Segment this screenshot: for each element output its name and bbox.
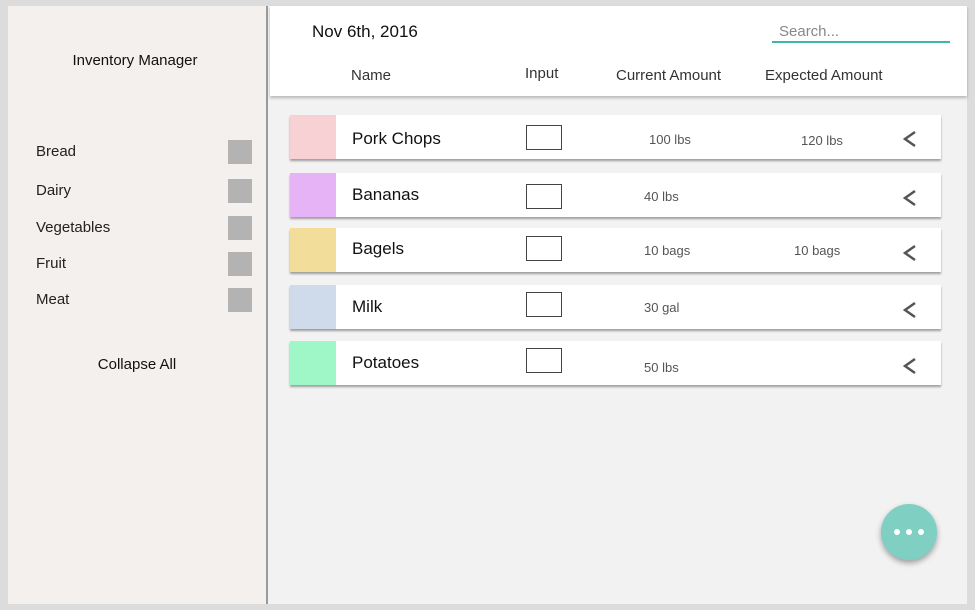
chevron-left-icon[interactable]	[896, 352, 924, 380]
category-toggle[interactable]	[228, 216, 252, 240]
table-row: Bananas 40 lbs	[290, 173, 941, 217]
column-header-input: Input	[525, 65, 559, 82]
category-color-swatch	[290, 341, 336, 385]
amount-input[interactable]	[526, 125, 562, 150]
more-horizontal-icon	[918, 529, 924, 535]
sidebar-item-label: Meat	[36, 291, 70, 308]
table-row: Potatoes 50 lbs	[290, 341, 941, 385]
sidebar-item-bread[interactable]: Bread	[36, 140, 254, 164]
sidebar-item-meat[interactable]: Meat	[36, 288, 254, 312]
sidebar-item-label: Dairy	[36, 182, 72, 199]
item-name: Potatoes	[352, 353, 420, 372]
app-title: Inventory Manager	[72, 52, 198, 69]
category-toggle[interactable]	[228, 179, 252, 203]
chevron-left-icon[interactable]	[896, 239, 924, 267]
current-amount: 10 bags	[644, 243, 691, 258]
sidebar-item-label: Fruit	[36, 255, 66, 272]
sidebar-item-dairy[interactable]: Dairy	[36, 179, 254, 203]
more-horizontal-icon	[906, 529, 912, 535]
column-header-current-amount: Current Amount	[616, 67, 722, 84]
sidebar-item-label: Vegetables	[36, 219, 111, 236]
more-actions-button[interactable]	[881, 504, 937, 560]
category-toggle[interactable]	[228, 288, 252, 312]
chevron-left-icon[interactable]	[896, 296, 924, 324]
amount-input[interactable]	[526, 292, 562, 317]
column-header-expected-amount: Expected Amount	[765, 67, 883, 84]
more-horizontal-icon	[894, 529, 900, 535]
item-name: Bagels	[352, 239, 404, 258]
current-amount: 50 lbs	[644, 360, 679, 375]
category-color-swatch	[290, 173, 336, 217]
sidebar-item-vegetables[interactable]: Vegetables	[36, 216, 254, 240]
amount-input[interactable]	[526, 184, 562, 209]
sidebar-item-fruit[interactable]: Fruit	[36, 252, 254, 276]
header: Nov 6th, 2016 Name Input Current Amount …	[270, 6, 967, 96]
table-row: Pork Chops 100 lbs 120 lbs	[290, 115, 941, 159]
search-input[interactable]	[772, 21, 950, 43]
item-name: Bananas	[352, 185, 420, 204]
app-frame: Inventory Manager Bread Dairy Vegetables…	[8, 6, 967, 604]
category-toggle[interactable]	[228, 252, 252, 276]
amount-input[interactable]	[526, 348, 562, 373]
current-amount: 30 gal	[644, 300, 680, 315]
item-name: Milk	[352, 297, 383, 316]
collapse-all-button[interactable]: Collapse All	[8, 356, 266, 373]
category-toggle[interactable]	[228, 140, 252, 164]
sidebar: Inventory Manager Bread Dairy Vegetables…	[8, 6, 268, 604]
amount-input[interactable]	[526, 236, 562, 261]
category-color-swatch	[290, 115, 336, 159]
expected-amount: 120 lbs	[801, 133, 843, 148]
column-header-name: Name	[351, 67, 392, 84]
item-name: Pork Chops	[352, 129, 441, 148]
expected-amount: 10 bags	[794, 243, 841, 258]
current-amount: 40 lbs	[644, 189, 679, 204]
category-color-swatch	[290, 285, 336, 329]
table-row: Bagels 10 bags 10 bags	[290, 228, 941, 272]
category-color-swatch	[290, 228, 336, 272]
chevron-left-icon[interactable]	[896, 184, 924, 212]
table-row: Milk 30 gal	[290, 285, 941, 329]
current-amount: 100 lbs	[649, 132, 691, 147]
page-date: Nov 6th, 2016	[312, 22, 418, 41]
chevron-left-icon[interactable]	[896, 125, 924, 153]
sidebar-item-label: Bread	[36, 143, 77, 160]
